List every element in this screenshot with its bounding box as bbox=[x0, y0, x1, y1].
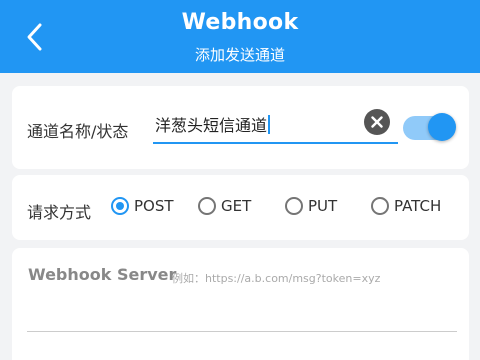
text-caret bbox=[268, 115, 271, 134]
channel-name-label: 通道名称/状态 bbox=[27, 122, 129, 141]
radio-get-label: GET bbox=[221, 197, 252, 215]
method-card: 请求方式 POST GET PUT PATCH bbox=[12, 175, 469, 240]
page-subtitle: 添加发送通道 bbox=[194, 46, 285, 64]
radio-put[interactable]: PUT bbox=[285, 197, 337, 215]
channel-name-value: 洋葱头短信通道 bbox=[155, 112, 271, 136]
radio-post-label: POST bbox=[134, 197, 174, 215]
radio-post-indicator bbox=[111, 197, 129, 215]
channel-name-input[interactable]: 洋葱头短信通道 bbox=[153, 106, 398, 144]
radio-put-indicator bbox=[285, 197, 303, 215]
radio-patch[interactable]: PATCH bbox=[371, 197, 441, 215]
close-icon bbox=[371, 116, 383, 128]
webhook-server-input[interactable] bbox=[27, 284, 457, 332]
radio-put-label: PUT bbox=[308, 197, 338, 215]
channel-name-text: 洋葱头短信通道 bbox=[155, 116, 268, 135]
channel-card: 通道名称/状态 洋葱头短信通道 bbox=[12, 86, 469, 169]
request-method-label: 请求方式 bbox=[27, 203, 92, 222]
radio-get-indicator bbox=[198, 197, 216, 215]
webhook-server-label: Webhook Server bbox=[28, 265, 177, 284]
app-header: Webhook 添加发送通道 bbox=[0, 0, 480, 73]
server-card: Webhook Server 例如：https://a.b.com/msg?to… bbox=[12, 248, 469, 360]
page-title: Webhook bbox=[181, 10, 299, 35]
toggle-knob bbox=[428, 113, 456, 141]
radio-patch-label: PATCH bbox=[394, 197, 442, 215]
radio-post[interactable]: POST bbox=[111, 197, 174, 215]
radio-patch-indicator bbox=[371, 197, 389, 215]
channel-enabled-toggle[interactable] bbox=[403, 112, 456, 141]
clear-button[interactable] bbox=[364, 109, 390, 135]
radio-get[interactable]: GET bbox=[198, 197, 251, 215]
